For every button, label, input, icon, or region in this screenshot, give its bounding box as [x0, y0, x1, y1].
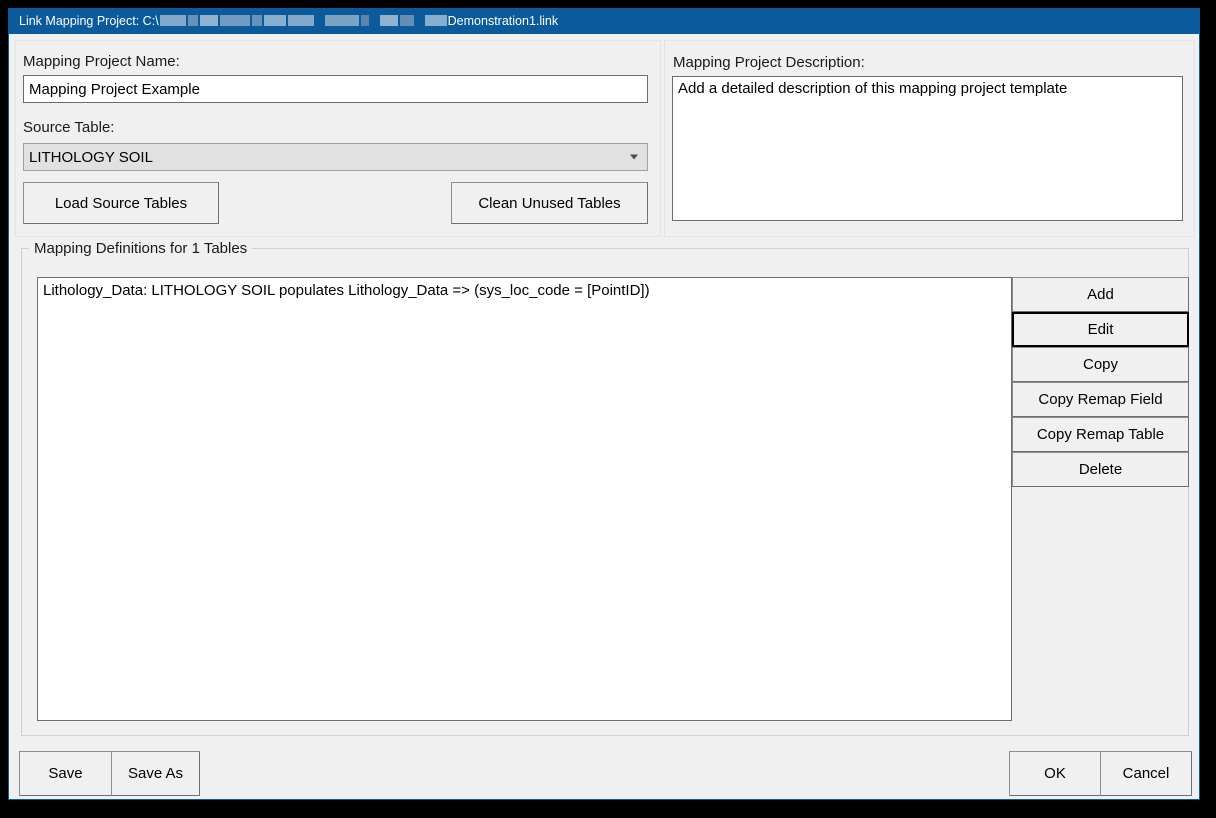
- ok-button[interactable]: OK: [1009, 751, 1101, 796]
- save-as-button[interactable]: Save As: [111, 751, 200, 796]
- save-button[interactable]: Save: [19, 751, 112, 796]
- chevron-down-icon: [630, 154, 638, 160]
- copy-remap-table-button[interactable]: Copy Remap Table: [1012, 417, 1189, 452]
- window-title-prefix: Link Mapping Project: C:\: [19, 14, 159, 28]
- clean-unused-tables-button[interactable]: Clean Unused Tables: [451, 182, 648, 224]
- redacted-file-path: [159, 9, 448, 33]
- mapping-definitions-listbox[interactable]: Lithology_Data: LITHOLOGY SOIL populates…: [37, 277, 1012, 721]
- project-name-label: Mapping Project Name:: [23, 53, 180, 70]
- source-table-combobox[interactable]: LITHOLOGY SOIL: [23, 143, 648, 171]
- project-description-textarea[interactable]: [672, 76, 1183, 221]
- link-mapping-project-window: Link Mapping Project: C:\ Demonstration1.…: [8, 8, 1200, 800]
- load-source-tables-button[interactable]: Load Source Tables: [23, 182, 219, 224]
- edit-button[interactable]: Edit: [1012, 312, 1189, 347]
- project-description-label: Mapping Project Description:: [673, 54, 865, 71]
- cancel-button[interactable]: Cancel: [1100, 751, 1192, 796]
- copy-remap-field-button[interactable]: Copy Remap Field: [1012, 382, 1189, 417]
- list-item[interactable]: Lithology_Data: LITHOLOGY SOIL populates…: [38, 278, 1011, 303]
- project-name-input[interactable]: [23, 75, 648, 103]
- source-table-label: Source Table:: [23, 119, 115, 136]
- source-table-value: LITHOLOGY SOIL: [29, 148, 153, 166]
- window-title-suffix: Demonstration1.link: [447, 14, 559, 28]
- add-button[interactable]: Add: [1012, 277, 1189, 312]
- copy-button[interactable]: Copy: [1012, 347, 1189, 382]
- window-titlebar: Link Mapping Project: C:\ Demonstration1.…: [9, 9, 1199, 34]
- mapping-actions-button-group: Add Edit Copy Copy Remap Field Copy Rema…: [1012, 277, 1189, 487]
- delete-button[interactable]: Delete: [1012, 452, 1189, 487]
- mapping-definitions-title: Mapping Definitions for 1 Tables: [29, 240, 253, 257]
